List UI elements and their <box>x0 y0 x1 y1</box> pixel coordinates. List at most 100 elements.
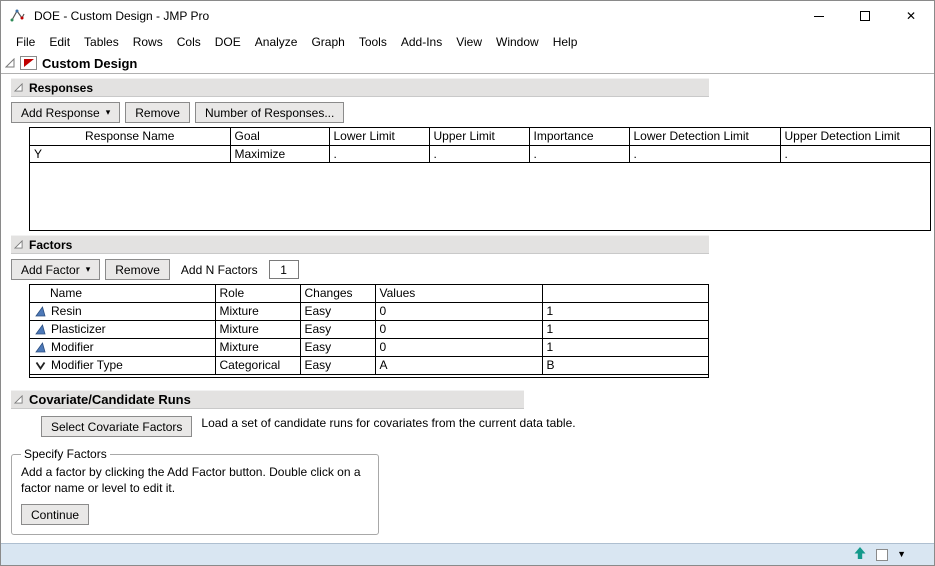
factors-header-row: Name Role Changes Values <box>30 285 708 303</box>
factors-title: Factors <box>29 237 73 252</box>
response-upper-detection-cell[interactable]: . <box>780 145 930 163</box>
red-triangle-menu-icon[interactable] <box>20 56 37 70</box>
remove-factor-button[interactable]: Remove <box>105 259 170 280</box>
menu-cols[interactable]: Cols <box>170 32 208 52</box>
number-of-responses-button[interactable]: Number of Responses... <box>194 102 345 123</box>
menu-add-ins[interactable]: Add-Ins <box>394 32 449 52</box>
factor-row: Modifier Mixture Easy 0 1 <box>30 338 708 357</box>
factor-role-cell[interactable]: Categorical <box>215 356 301 375</box>
response-lower-limit-cell[interactable]: . <box>329 145 430 163</box>
factors-section-header[interactable]: Factors <box>11 235 709 254</box>
factor-name: Modifier Type <box>51 358 123 372</box>
report-header: Custom Design <box>1 53 934 74</box>
add-response-button[interactable]: Add Response ▾ <box>11 102 121 123</box>
number-of-responses-label: Number of Responses... <box>204 105 335 120</box>
close-icon: ✕ <box>905 9 917 23</box>
factor-value-cell[interactable]: 1 <box>542 338 708 357</box>
factor-name-cell[interactable]: Modifier Type <box>30 357 214 374</box>
minimize-icon <box>814 15 824 17</box>
factor-value-cell[interactable]: B <box>542 356 708 375</box>
covariate-description: Load a set of candidate runs for covaria… <box>201 416 576 430</box>
minimize-button[interactable] <box>796 1 842 31</box>
menu-analyze[interactable]: Analyze <box>248 32 305 52</box>
factor-name: Plasticizer <box>51 322 106 336</box>
menu-view[interactable]: View <box>449 32 489 52</box>
factor-value-cell[interactable]: 1 <box>542 320 708 339</box>
factor-name-cell[interactable]: Modifier <box>30 339 214 356</box>
add-n-factors-input[interactable] <box>268 260 299 279</box>
col-upper-limit: Upper Limit <box>429 128 530 146</box>
add-factor-button[interactable]: Add Factor ▾ <box>11 259 101 280</box>
factor-row: Resin Mixture Easy 0 1 <box>30 302 708 321</box>
specify-factors-instructions: Add a factor by clicking the Add Factor … <box>21 465 361 495</box>
menu-edit[interactable]: Edit <box>42 32 77 52</box>
disclosure-triangle-icon[interactable] <box>14 240 23 249</box>
remove-response-button[interactable]: Remove <box>125 102 190 123</box>
response-importance-cell[interactable]: . <box>529 145 630 163</box>
factor-name: Modifier <box>51 340 94 354</box>
col-lower-detection-limit: Lower Detection Limit <box>629 128 781 146</box>
factor-changes-cell[interactable]: Easy <box>300 302 376 321</box>
maximize-button[interactable] <box>842 1 888 31</box>
menu-file[interactable]: File <box>9 32 42 52</box>
responses-header-row: Response Name Goal Lower Limit Upper Lim… <box>30 128 930 146</box>
factor-value-cell[interactable]: 0 <box>375 320 543 339</box>
status-checkbox[interactable] <box>876 548 889 561</box>
select-covariate-factors-button[interactable]: Select Covariate Factors <box>41 416 193 437</box>
jmp-app-icon <box>10 8 26 24</box>
up-arrow-icon[interactable] <box>853 546 867 563</box>
menu-window[interactable]: Window <box>489 32 546 52</box>
status-menu-arrow-icon[interactable]: ▼ <box>897 550 906 559</box>
title-bar: DOE - Custom Design - JMP Pro ✕ <box>1 1 934 31</box>
col-lower-limit: Lower Limit <box>329 128 430 146</box>
factor-value-cell[interactable]: 1 <box>542 302 708 321</box>
col-response-name: Response Name <box>30 128 231 146</box>
factor-role-cell[interactable]: Mixture <box>215 320 301 339</box>
responses-table: Response Name Goal Lower Limit Upper Lim… <box>29 127 931 231</box>
factor-row: Modifier Type Categorical Easy A B <box>30 356 708 375</box>
menu-tools[interactable]: Tools <box>352 32 394 52</box>
factor-value-cell[interactable]: 0 <box>375 338 543 357</box>
menu-graph[interactable]: Graph <box>304 32 351 52</box>
factor-role-cell[interactable]: Mixture <box>215 302 301 321</box>
menu-tables[interactable]: Tables <box>77 32 126 52</box>
responses-section-header[interactable]: Responses <box>11 78 709 97</box>
continue-button[interactable]: Continue <box>21 504 90 525</box>
specify-factors-legend: Specify Factors <box>24 447 107 461</box>
close-button[interactable]: ✕ <box>888 1 934 31</box>
factor-changes-cell[interactable]: Easy <box>300 356 376 375</box>
factor-row: Plasticizer Mixture Easy 0 1 <box>30 320 708 339</box>
menu-help[interactable]: Help <box>546 32 585 52</box>
mixture-factor-icon <box>34 305 46 317</box>
dropdown-arrow-icon: ▾ <box>85 264 91 274</box>
col-values: Values <box>375 285 543 303</box>
col-importance: Importance <box>529 128 630 146</box>
disclosure-triangle-icon[interactable] <box>14 83 23 92</box>
factor-changes-cell[interactable]: Easy <box>300 320 376 339</box>
mixture-factor-icon <box>34 341 46 353</box>
disclosure-triangle-icon[interactable] <box>5 58 15 68</box>
menu-rows[interactable]: Rows <box>126 32 170 52</box>
mixture-factor-icon <box>34 323 46 335</box>
disclosure-triangle-icon[interactable] <box>14 395 23 404</box>
factors-toolbar: Add Factor ▾ Remove Add N Factors <box>11 259 934 280</box>
col-role: Role <box>215 285 301 303</box>
menu-doe[interactable]: DOE <box>208 32 248 52</box>
factor-name-cell[interactable]: Plasticizer <box>30 321 214 338</box>
response-lower-detection-cell[interactable]: . <box>629 145 781 163</box>
status-bar: ▼ <box>1 543 934 565</box>
response-goal-cell[interactable]: Maximize <box>230 145 330 163</box>
window-title: DOE - Custom Design - JMP Pro <box>34 9 210 23</box>
factor-value-cell[interactable]: 0 <box>375 302 543 321</box>
factor-value-cell[interactable]: A <box>375 356 543 375</box>
covariate-section-header[interactable]: Covariate/Candidate Runs <box>11 390 524 409</box>
specify-factors-groupbox: Specify Factors Add a factor by clicking… <box>11 447 379 535</box>
select-covariate-factors-label: Select Covariate Factors <box>51 419 183 434</box>
response-name-cell[interactable]: Y <box>30 145 231 163</box>
factor-name-cell[interactable]: Resin <box>30 303 214 320</box>
remove-response-label: Remove <box>135 105 180 120</box>
responses-toolbar: Add Response ▾ Remove Number of Response… <box>11 102 934 123</box>
factor-changes-cell[interactable]: Easy <box>300 338 376 357</box>
factor-role-cell[interactable]: Mixture <box>215 338 301 357</box>
response-upper-limit-cell[interactable]: . <box>429 145 530 163</box>
